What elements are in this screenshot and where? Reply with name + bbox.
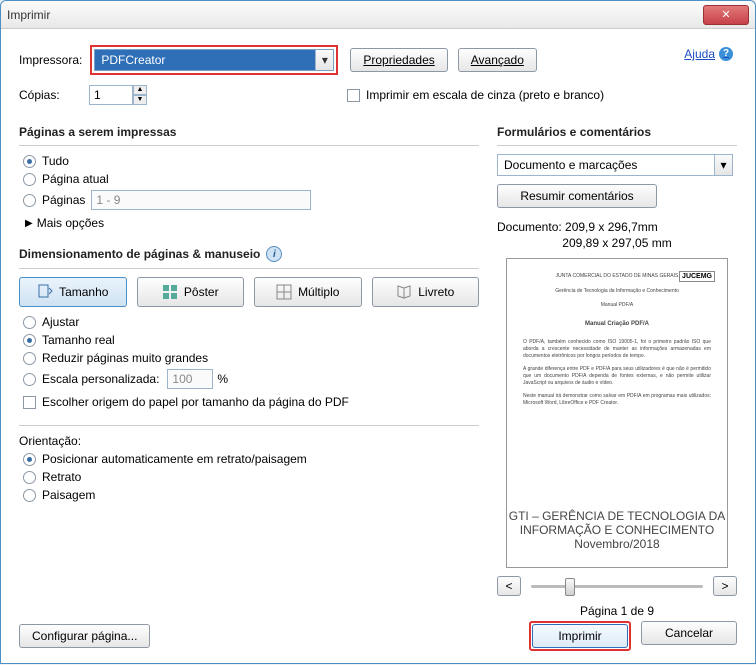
window-title: Imprimir [7, 8, 703, 22]
paper-source-option[interactable]: Escolher origem do papel por tamanho da … [23, 395, 479, 409]
radio-icon [23, 373, 36, 386]
triangle-right-icon: ▶ [25, 218, 33, 229]
radio-icon [23, 453, 36, 466]
dropdown-arrow-icon: ▾ [315, 50, 333, 70]
paper-dimensions: 209,89 x 297,05 mm [497, 236, 737, 250]
slider-thumb[interactable] [565, 578, 575, 596]
preview-next-button[interactable]: > [713, 576, 737, 596]
forms-select[interactable]: Documento e marcações ▾ [497, 154, 733, 176]
print-button-highlight: Imprimir [529, 621, 631, 651]
radio-icon [23, 155, 36, 168]
radio-icon [23, 334, 36, 347]
titlebar: Imprimir ✕ [1, 1, 755, 29]
radio-portrait[interactable]: Retrato [23, 470, 479, 484]
radio-icon [23, 489, 36, 502]
page-setup-button[interactable]: Configurar página... [19, 624, 150, 648]
custom-scale-input[interactable] [167, 369, 213, 389]
radio-all[interactable]: Tudo [23, 154, 479, 168]
grayscale-checkbox[interactable] [347, 89, 360, 102]
booklet-icon [396, 284, 412, 300]
printer-label: Impressora: [19, 53, 82, 67]
radio-range[interactable]: Páginas [23, 190, 479, 210]
more-options-toggle[interactable]: ▶ Mais opções [25, 216, 479, 230]
help-icon: ? [719, 47, 733, 61]
help-link[interactable]: Ajuda ? [684, 47, 733, 61]
advanced-button[interactable]: Avançado [458, 48, 537, 72]
cancel-button[interactable]: Cancelar [641, 621, 737, 645]
print-button[interactable]: Imprimir [532, 624, 628, 648]
size-button[interactable]: Tamanho [19, 277, 127, 307]
size-icon [37, 284, 53, 300]
radio-icon [23, 352, 36, 365]
multiple-button[interactable]: Múltiplo [254, 277, 362, 307]
preview-prev-button[interactable]: < [497, 576, 521, 596]
multiple-icon [276, 284, 292, 300]
radio-shrink[interactable]: Reduzir páginas muito grandes [23, 351, 479, 365]
document-dimensions: Documento: 209,9 x 296,7mm [497, 220, 737, 234]
copies-label: Cópias: [19, 88, 81, 102]
help-label: Ajuda [684, 47, 715, 61]
copies-up-icon[interactable]: ▲ [133, 85, 147, 95]
printer-selected: PDFCreator [101, 53, 165, 67]
radio-icon [23, 194, 36, 207]
paper-source-checkbox[interactable] [23, 396, 36, 409]
printer-highlight: PDFCreator ▾ [90, 45, 338, 75]
sizing-heading: Dimensionamento de páginas & manuseio [19, 247, 260, 261]
radio-icon [23, 471, 36, 484]
page-indicator: Página 1 de 9 [497, 604, 737, 618]
summarize-comments-button[interactable]: Resumir comentários [497, 184, 657, 208]
preview-logo: JUCEMG [679, 271, 715, 282]
radio-fit[interactable]: Ajustar [23, 315, 479, 329]
grayscale-label[interactable]: Imprimir em escala de cinza (preto e bra… [366, 88, 604, 102]
print-dialog: Imprimir ✕ Ajuda ? Impressora: PDFCreato… [0, 0, 756, 664]
radio-custom-scale[interactable]: Escala personalizada: % [23, 369, 479, 389]
page-preview: JUCEMG JUNTA COMERCIAL DO ESTADO DE MINA… [506, 258, 728, 568]
pages-heading: Páginas a serem impressas [19, 125, 479, 139]
close-button[interactable]: ✕ [703, 5, 749, 25]
pages-range-input[interactable] [91, 190, 311, 210]
radio-icon [23, 316, 36, 329]
properties-button[interactable]: Propriedades [350, 48, 447, 72]
printer-select[interactable]: PDFCreator ▾ [94, 49, 334, 71]
radio-current[interactable]: Página atual [23, 172, 479, 186]
radio-actual[interactable]: Tamanho real [23, 333, 479, 347]
radio-landscape[interactable]: Paisagem [23, 488, 479, 502]
radio-icon [23, 173, 36, 186]
copies-input[interactable] [89, 85, 133, 105]
poster-button[interactable]: Pôster [137, 277, 245, 307]
poster-icon [162, 284, 178, 300]
copies-down-icon[interactable]: ▼ [133, 95, 147, 105]
dropdown-arrow-icon: ▾ [714, 155, 732, 175]
orientation-heading: Orientação: [19, 434, 479, 448]
forms-selected: Documento e marcações [504, 158, 637, 172]
preview-slider[interactable] [531, 585, 703, 588]
booklet-button[interactable]: Livreto [372, 277, 480, 307]
copies-stepper[interactable]: ▲ ▼ [89, 85, 147, 105]
forms-heading: Formulários e comentários [497, 125, 737, 139]
radio-auto-orient[interactable]: Posicionar automaticamente em retrato/pa… [23, 452, 479, 466]
info-icon[interactable]: i [266, 246, 282, 262]
